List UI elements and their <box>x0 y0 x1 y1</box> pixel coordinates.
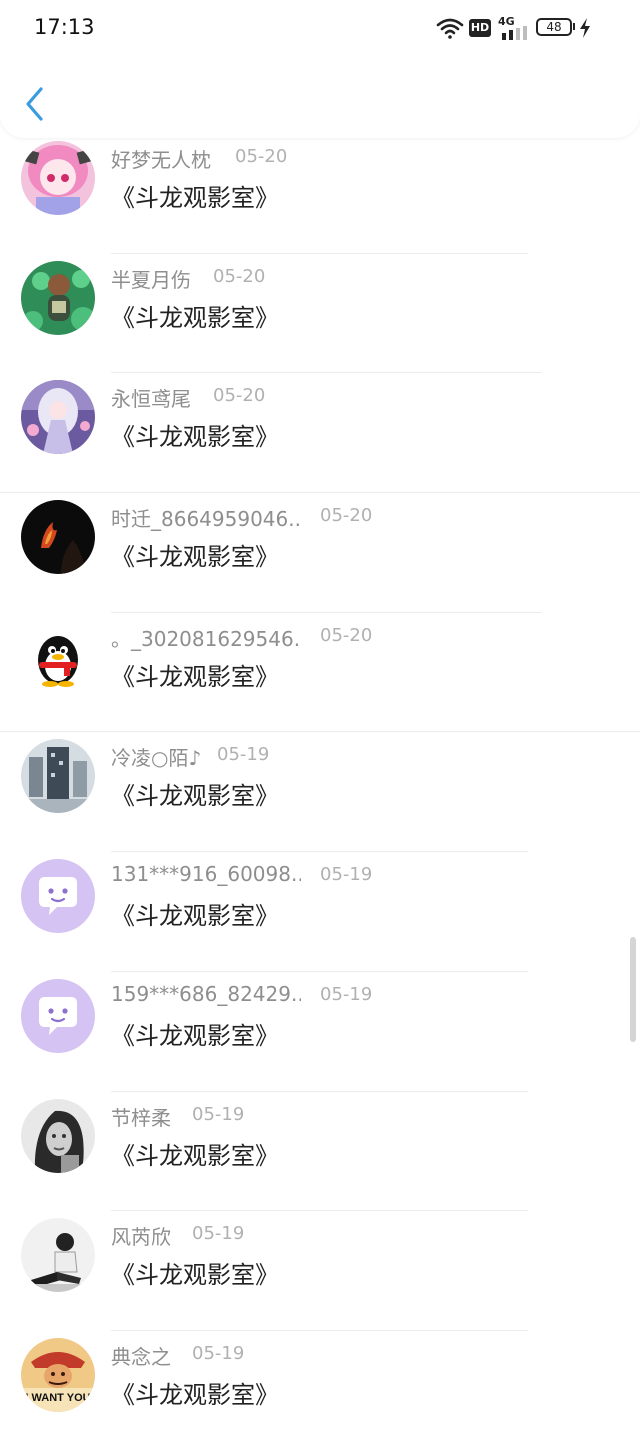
item-title: 《斗龙观影室》 <box>111 1261 279 1290</box>
item-date: 05-19 <box>192 1223 245 1245</box>
item-name: 节梓柔 <box>111 1105 171 1130</box>
status-time: 17:13 <box>34 15 95 39</box>
item-name: 冷凌○陌♪ <box>111 746 202 771</box>
item-list: 好梦无人枕 05-20 《斗龙观影室》 半夏月伤 05-20 《斗龙观影室》 永… <box>0 134 640 1451</box>
list-item[interactable]: 永恒鸢尾 05-20 《斗龙观影室》 <box>0 373 640 494</box>
item-name: 典念之 <box>111 1344 171 1369</box>
item-date: 05-20 <box>213 265 266 287</box>
item-title: 《斗龙观影室》 <box>111 1021 279 1050</box>
hd-badge: HD <box>469 19 491 37</box>
item-title: 《斗龙观影室》 <box>111 303 279 332</box>
back-icon[interactable] <box>22 86 50 122</box>
item-title: 《斗龙观影室》 <box>111 184 279 212</box>
battery-icon: 48 <box>536 18 572 36</box>
list-item[interactable]: 半夏月伤 05-20 《斗龙观影室》 <box>0 254 640 374</box>
battery-level: 48 <box>546 20 562 34</box>
list-item[interactable]: 冷凌○陌♪ 05-19 《斗龙观影室》 <box>0 732 640 853</box>
item-name: 风芮欣 <box>111 1225 171 1250</box>
item-name: 。_302081629546... <box>111 626 301 651</box>
item-title: 《斗龙观影室》 <box>111 423 279 452</box>
scrollbar[interactable] <box>630 937 636 1042</box>
item-name: 好梦无人枕 <box>111 148 211 172</box>
item-name: 159***686_82429... <box>111 981 301 1006</box>
avatar <box>21 141 95 215</box>
item-date: 05-19 <box>217 744 270 766</box>
avatar <box>21 978 95 1053</box>
item-name: 时迁_8664959046... <box>111 507 301 532</box>
list-item[interactable]: 。_302081629546... 05-20 《斗龙观影室》 <box>0 613 640 733</box>
top-bar: 17:13 HD 4G 48 <box>0 0 640 138</box>
avatar <box>21 260 95 335</box>
avatar <box>21 739 95 814</box>
avatar <box>21 1218 95 1293</box>
item-title: 《斗龙观影室》 <box>111 782 279 811</box>
avatar <box>21 1098 95 1173</box>
item-date: 05-20 <box>320 505 373 527</box>
item-date: 05-19 <box>192 1103 245 1125</box>
list-item[interactable]: 风芮欣 05-19 《斗龙观影室》 <box>0 1211 640 1331</box>
item-date: 05-20 <box>320 624 373 646</box>
item-date: 05-20 <box>235 146 288 167</box>
item-title: 《斗龙观影室》 <box>111 662 279 691</box>
battery-tip <box>573 23 575 30</box>
wifi-icon <box>436 18 464 39</box>
avatar <box>21 859 95 934</box>
list-item[interactable]: I WANT YOU 典念之 05-19 《斗龙观影室》 <box>0 1331 640 1451</box>
item-name: 半夏月伤 <box>111 267 191 292</box>
item-date: 05-20 <box>213 385 266 407</box>
item-title: 《斗龙观影室》 <box>111 1380 279 1409</box>
avatar: I WANT YOU <box>21 1337 95 1412</box>
item-title: 《斗龙观影室》 <box>111 902 279 931</box>
avatar <box>21 380 95 455</box>
avatar <box>21 619 95 694</box>
list-item[interactable]: 时迁_8664959046... 05-20 《斗龙观影室》 <box>0 493 640 613</box>
item-date: 05-19 <box>320 983 373 1005</box>
item-title: 《斗龙观影室》 <box>111 1141 279 1170</box>
charging-icon <box>580 18 590 38</box>
signal-icon <box>502 26 527 40</box>
avatar <box>21 500 95 575</box>
list-item[interactable]: 159***686_82429... 05-19 《斗龙观影室》 <box>0 972 640 1092</box>
item-title: 《斗龙观影室》 <box>111 543 279 572</box>
item-name: 永恒鸢尾 <box>111 387 191 412</box>
avatar-text: I WANT YOU <box>25 1392 90 1404</box>
list-item[interactable]: 好梦无人枕 05-20 《斗龙观影室》 <box>0 134 640 254</box>
list-item[interactable]: 节梓柔 05-19 《斗龙观影室》 <box>0 1092 640 1212</box>
list-item[interactable]: 131***916_60098... 05-19 《斗龙观影室》 <box>0 852 640 972</box>
item-date: 05-19 <box>192 1342 245 1364</box>
item-date: 05-19 <box>320 864 373 886</box>
item-name: 131***916_60098... <box>111 862 301 887</box>
